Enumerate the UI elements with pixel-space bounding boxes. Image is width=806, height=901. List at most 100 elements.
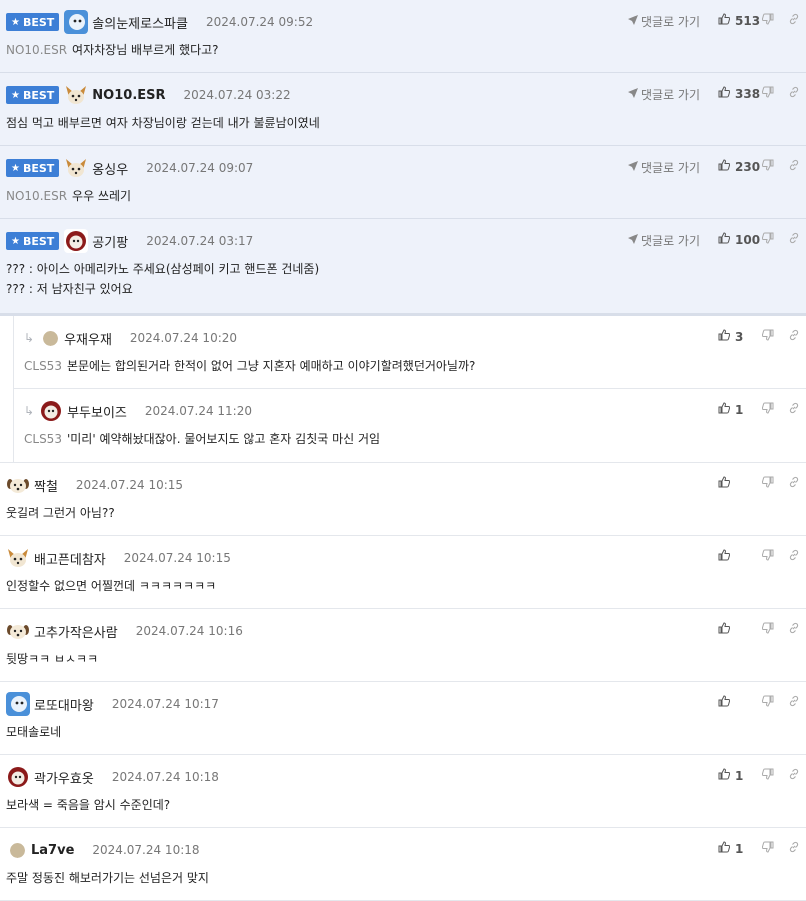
comment-actions bbox=[718, 692, 806, 714]
comment-actions: 댓글로 가기 100 bbox=[627, 229, 806, 251]
go-to-reply-link[interactable]: 댓글로 가기 bbox=[627, 232, 700, 249]
avatar[interactable] bbox=[6, 473, 30, 497]
dislike-button[interactable] bbox=[761, 329, 788, 345]
like-button[interactable]: 338 bbox=[718, 86, 762, 102]
link-icon bbox=[788, 695, 800, 711]
link-button[interactable] bbox=[788, 402, 806, 418]
nickname[interactable]: 우재우재 bbox=[64, 329, 112, 348]
like-button[interactable] bbox=[718, 695, 762, 711]
like-button[interactable]: 230 bbox=[718, 159, 762, 175]
avatar[interactable] bbox=[64, 156, 88, 180]
link-button[interactable] bbox=[788, 232, 806, 248]
like-button[interactable] bbox=[718, 622, 762, 638]
avatar[interactable] bbox=[64, 229, 89, 253]
comment-actions: 3 bbox=[718, 326, 806, 348]
link-button[interactable] bbox=[788, 13, 806, 29]
comment-date: 2024.07.24 03:17 bbox=[146, 234, 254, 248]
thumbs-down-icon bbox=[761, 768, 774, 784]
like-button[interactable]: 1 bbox=[718, 841, 762, 857]
nickname[interactable]: 곽가우효옷 bbox=[34, 768, 94, 787]
dislike-button[interactable] bbox=[761, 13, 788, 29]
nickname[interactable]: 옹싱우 bbox=[92, 159, 128, 178]
comment-body: NO10.ESR 우우 쓰레기 bbox=[6, 186, 796, 206]
reply-thread-container: ↳ 우재우재 2024.07.24 10:20 3 CLS53 본문에는 합의된거라 한적… bbox=[0, 316, 806, 463]
nickname[interactable]: 부두보이즈 bbox=[67, 402, 127, 421]
link-button[interactable] bbox=[788, 695, 806, 711]
nickname[interactable]: La7ve bbox=[31, 843, 74, 858]
link-button[interactable] bbox=[788, 329, 806, 345]
comment-body: 인정할수 없으면 어찔껀데 ㅋㅋㅋㅋㅋㅋㅋ bbox=[6, 576, 796, 596]
comment-text: 주말 정동진 해보러가기는 선넘은거 맞지 bbox=[6, 871, 209, 885]
like-button[interactable]: 1 bbox=[718, 402, 762, 418]
reply-target[interactable]: NO10.ESR bbox=[6, 189, 67, 203]
link-button[interactable] bbox=[788, 841, 806, 857]
link-button[interactable] bbox=[788, 549, 806, 565]
dislike-button[interactable] bbox=[761, 695, 788, 711]
nickname[interactable]: 짝철 bbox=[34, 476, 58, 495]
avatar[interactable] bbox=[43, 330, 59, 346]
comment-line: CLS53 '미리' 예약해놨대잖아. 물어보지도 않고 혼자 김칫국 마신 거임 bbox=[24, 429, 796, 449]
nickname[interactable]: 고추가작은사람 bbox=[34, 622, 118, 641]
link-button[interactable] bbox=[788, 86, 806, 102]
like-button[interactable] bbox=[718, 476, 762, 492]
link-button[interactable] bbox=[788, 476, 806, 492]
avatar[interactable] bbox=[64, 10, 89, 34]
comment-body: 점심 먹고 배부르면 여자 차장님이랑 걷는데 내가 불륜남이였네 bbox=[6, 113, 796, 133]
avatar[interactable] bbox=[6, 765, 30, 789]
dislike-button[interactable] bbox=[761, 841, 788, 857]
go-to-reply-link[interactable]: 댓글로 가기 bbox=[627, 13, 700, 30]
nickname[interactable]: NO10.ESR bbox=[92, 88, 165, 103]
dislike-button[interactable] bbox=[761, 86, 788, 102]
best-comment: ★ BEST 솔의눈제로스파클 2024.07.24 09:52 댓글로 가기 513 NO… bbox=[0, 0, 806, 73]
avatar[interactable] bbox=[64, 83, 88, 107]
comment-line: 점심 먹고 배부르면 여자 차장님이랑 걷는데 내가 불륜남이였네 bbox=[6, 113, 796, 133]
dislike-button[interactable] bbox=[761, 549, 788, 565]
comment-line: NO10.ESR 여자차장님 배부르게 했다고? bbox=[6, 40, 796, 60]
reply-target[interactable]: CLS53 bbox=[24, 359, 62, 373]
avatar[interactable] bbox=[10, 842, 25, 858]
nickname[interactable]: 로또대마왕 bbox=[34, 695, 94, 714]
avatar[interactable] bbox=[6, 619, 30, 643]
dislike-button[interactable] bbox=[761, 476, 788, 492]
comment-date: 2024.07.24 09:52 bbox=[205, 15, 314, 29]
comment-body: 모태솔로네 bbox=[6, 722, 796, 742]
comment-date: 2024.07.24 09:07 bbox=[146, 161, 254, 175]
dislike-button[interactable] bbox=[761, 402, 788, 418]
like-button[interactable] bbox=[718, 549, 762, 565]
like-button[interactable]: 100 bbox=[718, 232, 762, 248]
nickname[interactable]: 솔의눈제로스파클 bbox=[92, 13, 188, 32]
link-button[interactable] bbox=[788, 768, 806, 784]
nickname[interactable]: 공기팡 bbox=[92, 232, 128, 251]
comment-header: 배고픈데참자 2024.07.24 10:15 bbox=[6, 547, 806, 569]
go-to-reply-link[interactable]: 댓글로 가기 bbox=[627, 159, 700, 176]
comment-date: 2024.07.24 10:15 bbox=[123, 551, 231, 565]
like-button[interactable]: 3 bbox=[718, 329, 762, 345]
comment-text: ??? : 저 남자친구 있어요 bbox=[6, 282, 133, 296]
reply-target[interactable]: NO10.ESR bbox=[6, 43, 67, 57]
thumbs-down-icon bbox=[761, 86, 774, 102]
comment-header: 고추가작은사람 2024.07.24 10:16 bbox=[6, 620, 806, 642]
dislike-button[interactable] bbox=[761, 159, 788, 175]
like-button[interactable]: 1 bbox=[718, 768, 762, 784]
dislike-button[interactable] bbox=[761, 768, 788, 784]
send-icon bbox=[627, 14, 638, 29]
comment: 짝철 2024.07.24 10:15 웃길려 그런거 아님?? bbox=[0, 463, 806, 536]
avatar[interactable] bbox=[6, 546, 30, 570]
comment-line: 웃길려 그런거 아님?? bbox=[6, 503, 796, 523]
dislike-button[interactable] bbox=[761, 232, 788, 248]
go-to-reply-link[interactable]: 댓글로 가기 bbox=[627, 86, 700, 103]
link-icon bbox=[788, 13, 800, 29]
link-icon bbox=[788, 622, 800, 638]
comment-body: ??? : 아이스 아메리카노 주세요(삼성페이 키고 핸드폰 건네줌) ??? … bbox=[6, 259, 796, 299]
nickname[interactable]: 배고픈데참자 bbox=[34, 549, 106, 568]
avatar[interactable] bbox=[6, 692, 30, 716]
like-button[interactable]: 513 bbox=[718, 13, 762, 29]
comment: 고추가작은사람 2024.07.24 10:16 뒷땅ㅋㅋ ㅂㅅㅋㅋ bbox=[0, 609, 806, 682]
reply-target[interactable]: CLS53 bbox=[24, 432, 62, 446]
link-button[interactable] bbox=[788, 159, 806, 175]
dislike-button[interactable] bbox=[761, 622, 788, 638]
link-button[interactable] bbox=[788, 622, 806, 638]
avatar[interactable] bbox=[39, 399, 64, 423]
best-label: BEST bbox=[22, 234, 55, 248]
comment-date: 2024.07.24 10:16 bbox=[135, 624, 243, 638]
